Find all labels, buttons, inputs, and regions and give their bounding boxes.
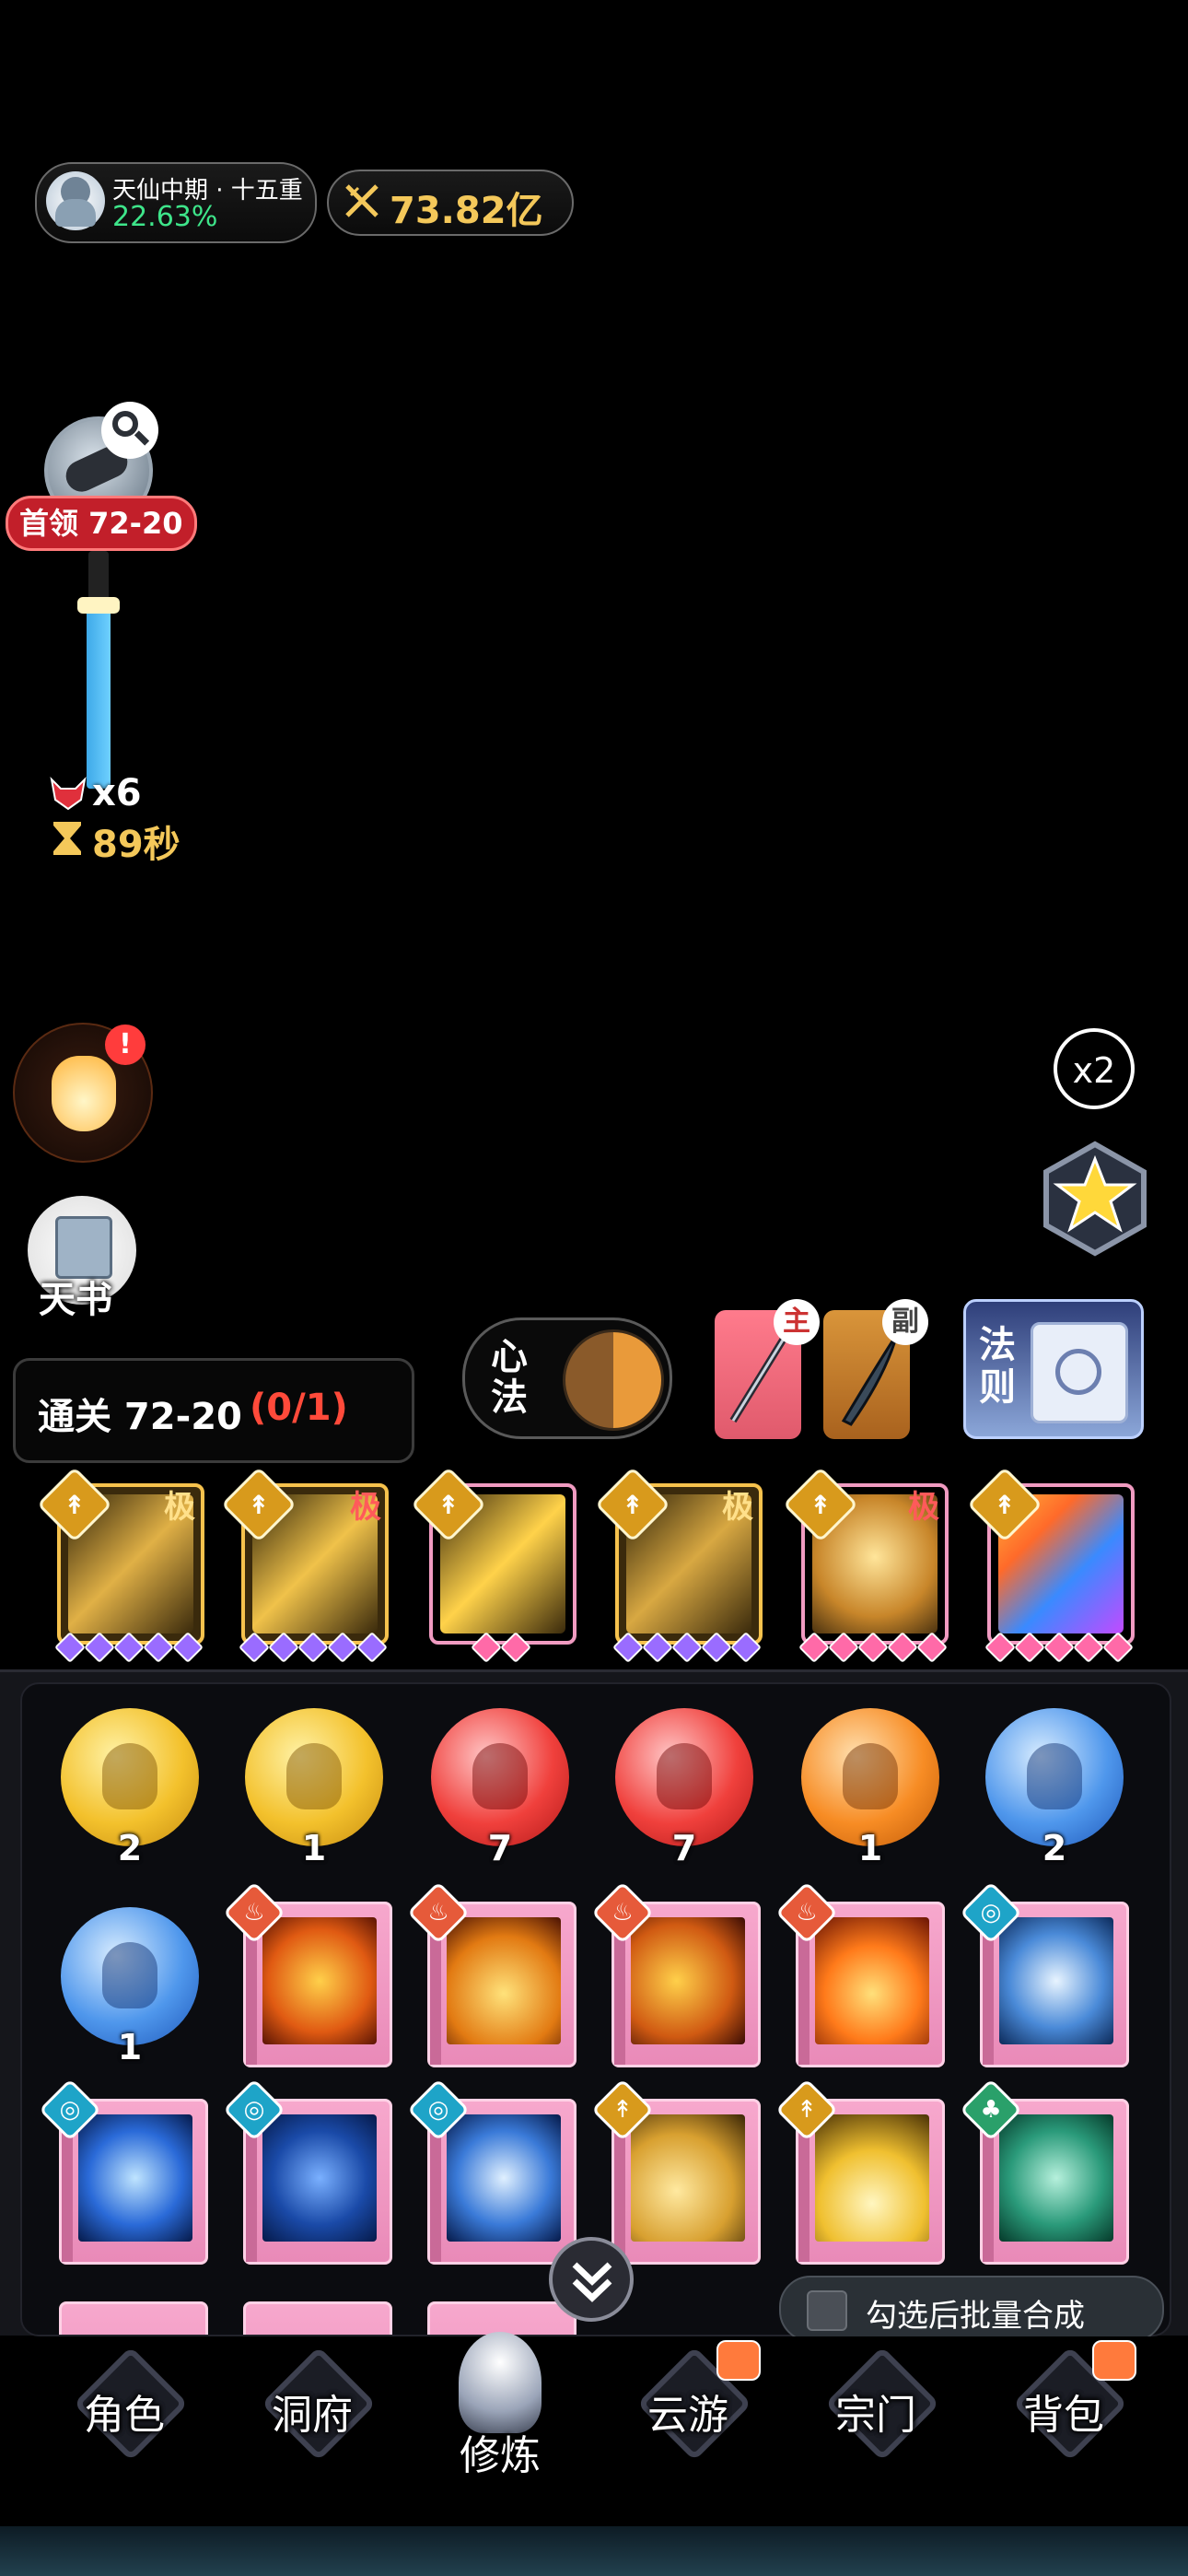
magnifier-icon[interactable]	[101, 402, 158, 459]
orb-count: 7	[487, 1828, 513, 1868]
nav-label: 角色	[84, 2392, 165, 2439]
lucky-bag-icon	[52, 1056, 116, 1131]
speed-label: x2	[1072, 1050, 1116, 1091]
nav-label: 宗门	[835, 2392, 916, 2439]
chevron-down-icon	[572, 2262, 612, 2302]
notification-dot-icon: !	[105, 1025, 146, 1065]
batch-merge-label: 勾选后批量合成	[866, 2298, 1085, 2335]
spirit-orb[interactable]: 1	[245, 1708, 383, 1868]
skill-book-partial[interactable]	[59, 2301, 208, 2335]
sword-icon	[729, 1331, 790, 1423]
star-gems	[611, 1632, 768, 1663]
boss-stage-label: 首领 72-20	[6, 496, 197, 551]
spirit-orb[interactable]: 1	[61, 1907, 199, 2067]
stage-label: 通关 72-20	[38, 1396, 242, 1438]
xinfa-orb-icon	[563, 1329, 664, 1431]
star-gems	[798, 1632, 954, 1663]
spirit-orb[interactable]: 7	[615, 1708, 753, 1868]
faze-label: 法则	[979, 1324, 1016, 1409]
spirit-orb[interactable]: 1	[801, 1708, 939, 1868]
realm-progress: 22.63%	[112, 201, 218, 233]
nav-label: 洞府	[272, 2392, 353, 2439]
realm-panel[interactable]: 天仙中期 · 十五重 22.63%	[35, 162, 317, 243]
combat-power-value: 73.82亿	[390, 190, 543, 232]
stage-panel[interactable]: 通关 72-20 (0/1)	[13, 1358, 414, 1463]
star-gems	[238, 1632, 394, 1663]
blade-icon	[841, 1333, 899, 1426]
boss-timer: 89秒	[92, 824, 181, 866]
faze-button[interactable]: 法则	[963, 1299, 1144, 1439]
orb-count: 2	[1042, 1828, 1067, 1868]
crossed-swords-icon	[344, 182, 380, 219]
speed-button[interactable]: x2	[1054, 1028, 1135, 1109]
star-gems	[984, 1632, 1140, 1663]
batch-merge-checkbox[interactable]	[807, 2290, 847, 2331]
batch-merge-toggle[interactable]: 勾选后批量合成	[779, 2276, 1164, 2342]
boss-kill-count: x6	[92, 772, 142, 814]
home-indicator-bar	[0, 2526, 1188, 2576]
orb-count: 7	[671, 1828, 697, 1868]
stage-progress: (0/1)	[250, 1387, 348, 1429]
spirit-orb[interactable]: 2	[985, 1708, 1124, 1868]
sub-tag-icon: 副	[882, 1299, 928, 1345]
orb-count: 1	[301, 1828, 327, 1868]
grade-label: 极	[908, 1489, 939, 1526]
spirit-orb[interactable]: 2	[61, 1708, 199, 1868]
new-badge-icon	[1092, 2340, 1136, 2381]
star-gems	[470, 1632, 543, 1663]
tianshu-label: 天书	[39, 1279, 112, 1321]
grade-label: 极	[164, 1489, 195, 1526]
hourglass-icon	[52, 820, 83, 857]
boss-progress-fill	[87, 604, 111, 789]
nav-cultivate[interactable]: 修炼	[431, 2332, 569, 2479]
orb-count: 1	[857, 1828, 883, 1868]
nav-label: 背包	[1023, 2392, 1104, 2439]
grade-label: 极	[350, 1489, 381, 1526]
nav-sect[interactable]: 宗门	[807, 2346, 945, 2474]
progress-marker-icon	[77, 597, 120, 614]
nav-label: 云游	[647, 2392, 728, 2439]
xinfa-label: 心法	[491, 1336, 528, 1419]
spirit-orb[interactable]: 7	[431, 1708, 569, 1868]
xinfa-button[interactable]: 心法	[462, 1317, 672, 1439]
nav-cave[interactable]: 洞府	[243, 2346, 381, 2474]
auto-skill-star-button[interactable]	[1035, 1139, 1155, 1259]
orb-count: 1	[117, 2027, 143, 2067]
star-gems	[53, 1632, 210, 1663]
skill-book-partial[interactable]	[243, 2301, 392, 2335]
demon-head-icon	[48, 776, 88, 813]
nav-label: 修炼	[460, 2432, 541, 2479]
rule-card-icon	[1031, 1322, 1128, 1423]
main-tag-icon: 主	[774, 1299, 820, 1345]
grade-label: 极	[722, 1489, 753, 1526]
combat-power-panel[interactable]: 73.82亿	[327, 170, 574, 236]
cultivator-icon	[459, 2332, 542, 2433]
orb-count: 2	[117, 1828, 143, 1868]
avatar-icon	[46, 171, 105, 230]
new-badge-icon	[716, 2340, 761, 2381]
collapse-button[interactable]	[549, 2237, 634, 2322]
nav-character[interactable]: 角色	[55, 2346, 193, 2474]
